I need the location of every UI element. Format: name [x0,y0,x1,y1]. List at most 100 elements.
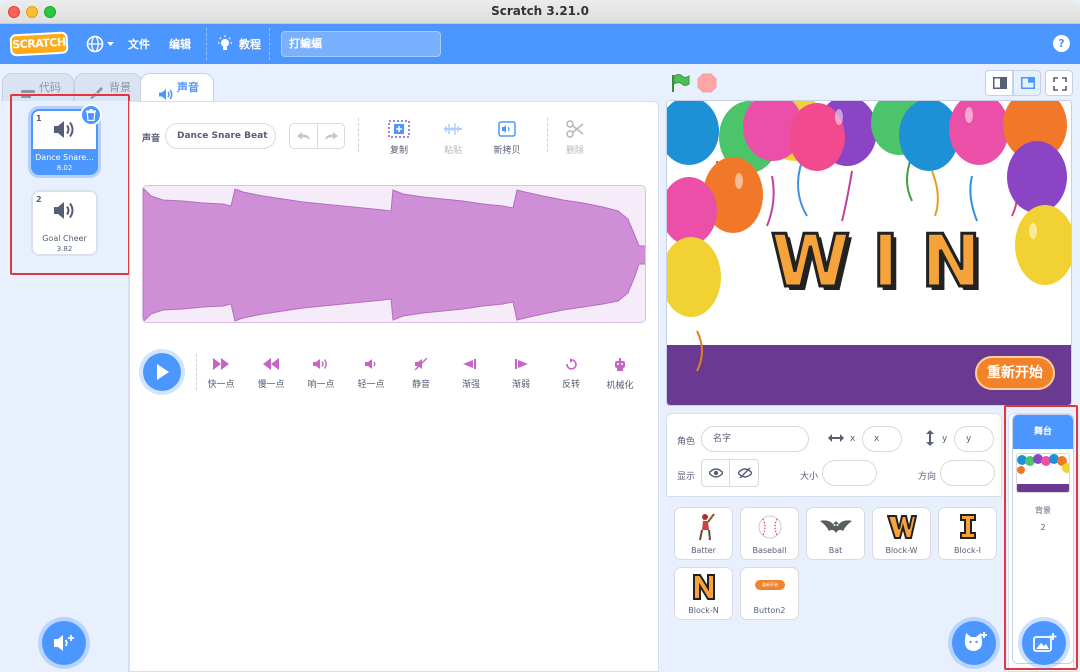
button2-sprite-thumbnail: 重新开始 [755,580,785,590]
add-sprite-button[interactable] [952,621,996,665]
sprite-name-input[interactable]: 名字 [701,426,809,452]
robot-icon [613,358,627,374]
paste-label: 粘贴 [443,146,462,156]
effect-mute-button[interactable]: 静音 [401,357,441,390]
effect-fade-in-label: 渐强 [461,380,480,390]
visibility-toggle [701,459,759,487]
effect-softer-button[interactable]: 轻一点 [351,358,391,390]
effect-fade-out-button[interactable]: 渐弱 [501,358,541,390]
sound-name-input[interactable]: Dance Snare Beat [165,123,276,149]
scissors-icon [565,120,585,141]
copy-to-new-label: 新拷贝 [493,146,521,156]
block-w-sprite-thumbnail [886,513,918,541]
effect-reverse-button[interactable]: 反转 [551,358,591,390]
fullscreen-button[interactable] [1045,70,1073,96]
waveform-display[interactable] [142,185,646,323]
menu-separator [269,28,270,60]
sprite-block-i[interactable]: Block-I [938,507,997,560]
fullscreen-icon [1053,77,1067,94]
paste-button[interactable]: 粘贴 [433,120,473,156]
sprite-block-w[interactable]: Block-W [872,507,931,560]
toolbar-separator [547,118,548,152]
help-button[interactable]: ? [1053,35,1070,52]
show-button[interactable] [702,460,730,486]
y-input[interactable]: y [954,426,994,452]
effect-robot-label: 机械化 [606,381,634,391]
delete-button[interactable]: 删除 [555,120,595,156]
sprite-name: Batter [691,546,716,555]
copy-to-new-button[interactable]: 新拷贝 [487,120,527,156]
x-label: x [850,434,856,444]
stop-icon[interactable] [697,73,717,96]
menu-edit[interactable]: 编辑 [169,36,191,52]
batter-sprite-thumbnail [692,513,716,541]
sound-name-label: 声音 [142,134,161,144]
sprite-name: Baseball [752,546,787,555]
effect-softer-label: 轻一点 [357,380,385,390]
eye-slash-icon [737,467,753,482]
eye-icon [708,468,724,481]
menu-file[interactable]: 文件 [128,36,150,52]
tab-sounds[interactable]: 声音 [140,73,214,103]
sprite-name: Block-W [885,546,918,555]
project-title-input[interactable]: 打蝙蝠 [281,31,441,57]
effect-slower-button[interactable]: 慢一点 [251,358,291,390]
globe-icon[interactable] [86,35,116,56]
menu-tutorials[interactable]: 教程 [239,36,261,52]
toolbar-separator [358,118,359,152]
add-sound-button[interactable] [42,621,86,665]
highlight-box-sounds [10,94,130,275]
hide-button[interactable] [731,460,759,486]
effect-reverse-label: 反转 [561,380,580,390]
effect-robot-button[interactable]: 机械化 [600,358,640,391]
redo-icon[interactable] [324,131,338,144]
block-i-sprite-thumbnail [956,513,980,541]
fade-in-icon [463,359,479,373]
add-sound-icon [54,634,76,655]
restart-button[interactable]: 重新开始 [975,356,1055,390]
rewind-icon [263,358,279,373]
image-plus-icon [1033,633,1057,656]
volume-down-icon [365,359,377,373]
play-sound-button[interactable] [143,353,181,391]
sprite-batter[interactable]: Batter [674,507,733,560]
show-label: 显示 [677,472,696,482]
sprite-bat[interactable]: Bat [806,507,865,560]
vertical-arrows-icon [925,430,935,449]
lightbulb-icon [216,35,234,56]
y-label: y [942,434,948,444]
title-bar: Scratch 3.21.0 [0,0,1080,24]
sprite-button2[interactable]: 重新开始 Button2 [740,567,799,620]
menu-separator [206,28,207,60]
scratch-logo[interactable]: SCRATCH [9,31,69,57]
baseball-sprite-thumbnail [758,513,782,541]
effect-louder-button[interactable]: 响一点 [301,358,341,390]
size-input[interactable] [822,460,877,486]
win-text: WIN [769,218,1004,305]
normal-stage-button[interactable] [1013,70,1041,96]
fast-forward-icon [213,358,229,373]
sprite-name: Block-N [688,606,719,615]
x-input[interactable]: x [862,426,902,452]
sprite-baseball[interactable]: Baseball [740,507,799,560]
copy-button[interactable]: 复制 [379,120,419,156]
undo-redo-divider [317,124,318,148]
effect-faster-button[interactable]: 快一点 [201,358,241,390]
effects-separator [196,354,197,390]
reverse-icon [564,358,578,373]
window-title: Scratch 3.21.0 [491,4,589,18]
sprite-label: 角色 [677,437,696,447]
undo-icon[interactable] [297,131,311,144]
effect-fade-out-label: 渐弱 [511,380,530,390]
copy-label: 复制 [389,146,408,156]
effect-fade-in-button[interactable]: 渐强 [451,358,491,390]
add-backdrop-button[interactable] [1022,621,1066,665]
volume-up-icon [313,359,329,373]
direction-input[interactable] [940,460,995,486]
sprite-block-n[interactable]: Block-N [674,567,733,620]
horizontal-arrows-icon [828,433,844,446]
stage-canvas[interactable]: WIN 重新开始 [666,100,1072,406]
undo-redo-group [289,123,345,149]
green-flag-icon[interactable] [670,73,690,96]
small-stage-button[interactable] [985,70,1013,96]
